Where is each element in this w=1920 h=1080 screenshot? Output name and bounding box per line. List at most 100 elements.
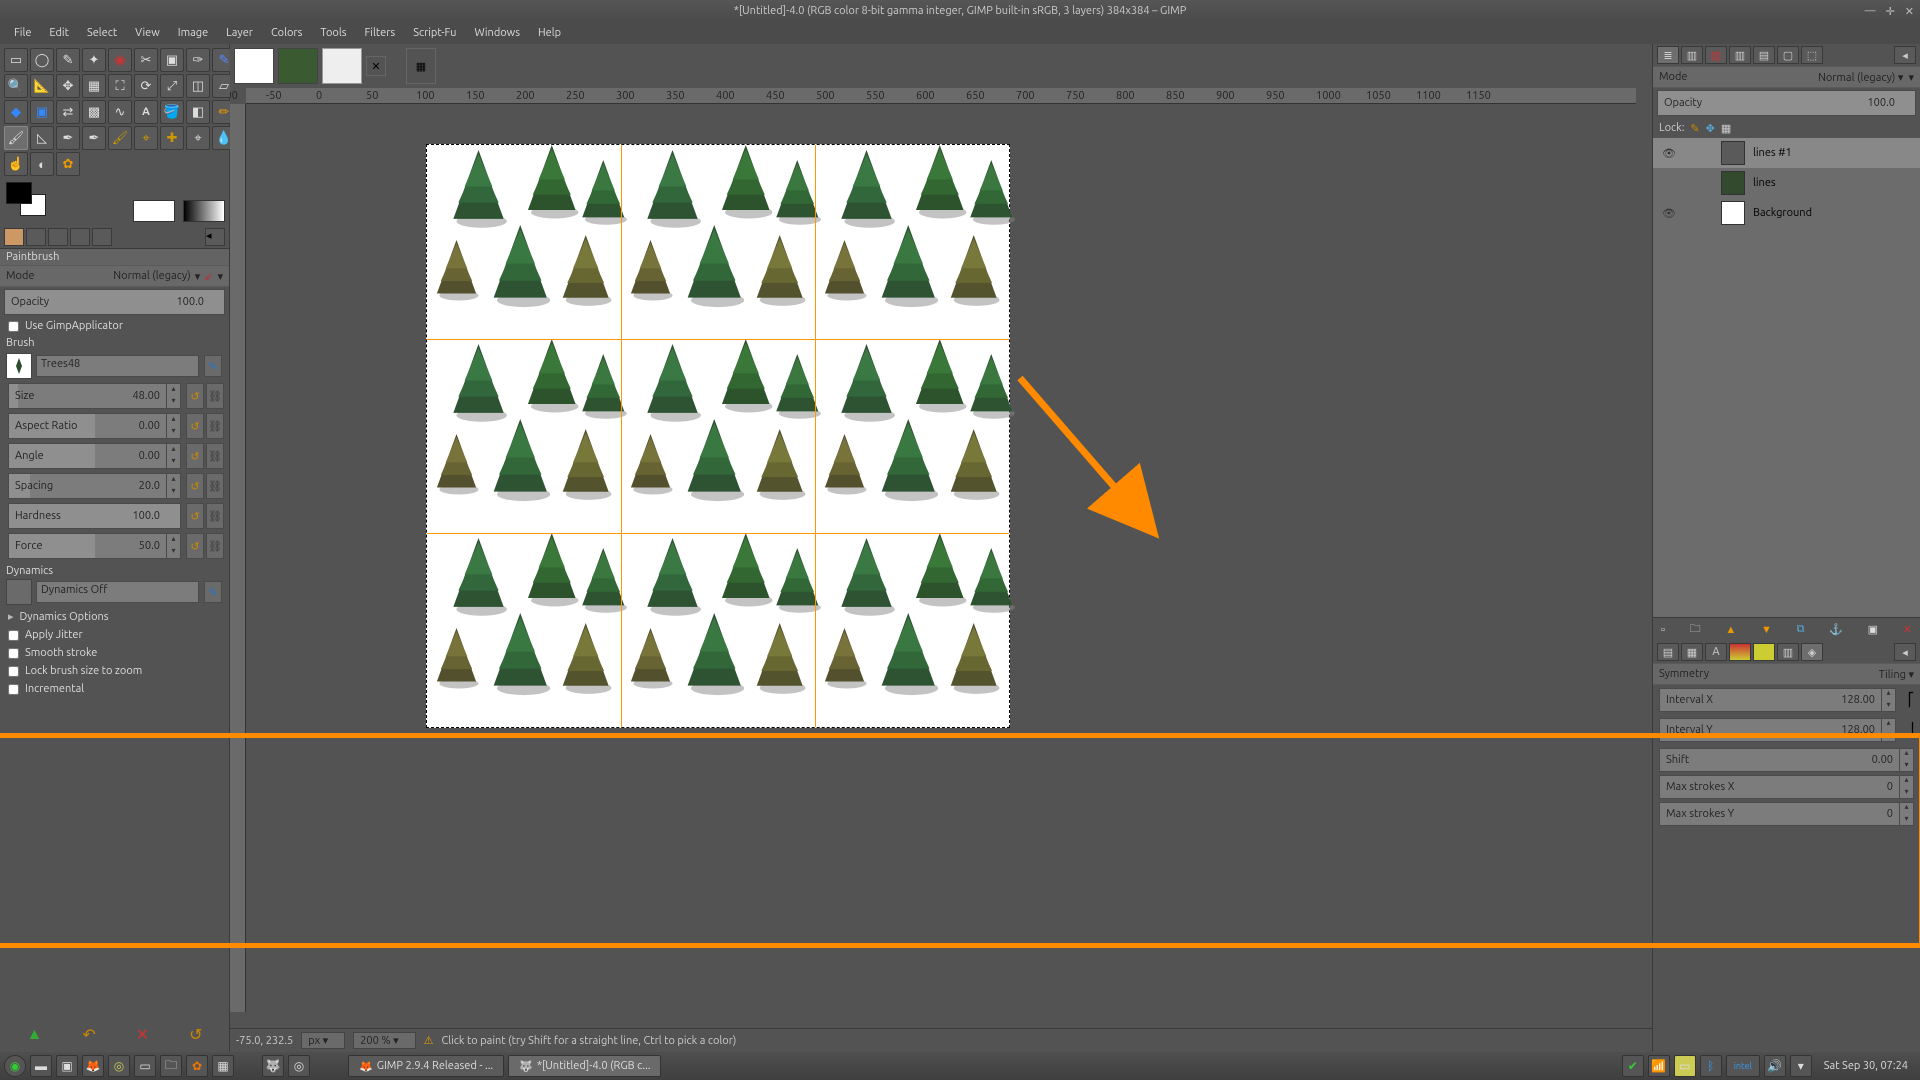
menu-file[interactable]: File	[6, 25, 39, 41]
tool-cage[interactable]: ▩	[82, 100, 106, 124]
taskbar-gimp2-icon[interactable]: ◎	[288, 1055, 310, 1077]
unit-select[interactable]: px ▾	[301, 1032, 345, 1049]
max-strokes-x-slider[interactable]: Max strokes X0▴▾	[1659, 775, 1914, 799]
spacing-reset-icon[interactable]: ↺	[186, 473, 204, 499]
tool-zoom[interactable]: 🔍	[4, 74, 28, 98]
tab-images-icon[interactable]	[48, 228, 68, 246]
tool-preset-save-icon[interactable]: ▲	[26, 1025, 42, 1044]
aspect-link-icon[interactable]: ⛓	[206, 413, 224, 439]
tool-dodge[interactable]: ◐	[30, 152, 54, 176]
tool-paintbrush[interactable]: 🖌	[4, 126, 28, 150]
tool-perspective-clone[interactable]: ⌖	[186, 126, 210, 150]
tab-fonts-icon[interactable]: A	[1705, 643, 1727, 661]
tool-shear[interactable]: ◫	[186, 74, 210, 98]
link-intervals-top-icon[interactable]: ⎡	[1902, 693, 1920, 708]
taskbar-window-icon[interactable]: ▭	[134, 1055, 156, 1077]
tool-rotate[interactable]: ⟳	[134, 74, 158, 98]
tray-display-icon[interactable]: ▭	[1674, 1055, 1696, 1077]
taskbar-terminal-icon[interactable]: ▣	[56, 1055, 78, 1077]
force-link-icon[interactable]: ⛓	[206, 533, 224, 559]
taskbar-desktop-icon[interactable]: ▬	[30, 1055, 52, 1077]
hardness-slider[interactable]: Hardness100.0▴▾	[8, 503, 181, 529]
tray-network-icon[interactable]: 📶	[1648, 1055, 1670, 1077]
close-icon[interactable]: ✕	[1905, 5, 1914, 18]
link-intervals-bottom-icon[interactable]: ⎦	[1902, 723, 1920, 738]
tab-tool-options-icon[interactable]	[4, 228, 24, 246]
tool-scissors[interactable]: ✂	[134, 48, 158, 72]
tool-move[interactable]: ✥	[56, 74, 80, 98]
layer-down-icon[interactable]: ▼	[1761, 624, 1772, 636]
tab-colormap-icon[interactable]: ▥	[1729, 46, 1751, 64]
tool-ellipse-select[interactable]: ◯	[30, 48, 54, 72]
taskbar-task-2[interactable]: 🐺*[Untitled]-4.0 (RGB c...	[508, 1055, 661, 1077]
tool-flip[interactable]: ⇄	[56, 100, 80, 124]
layer-delete-icon[interactable]: ✕	[1903, 623, 1912, 636]
lock-alpha-icon[interactable]: ▦	[1721, 122, 1731, 135]
layer-new-icon[interactable]: ▫	[1661, 624, 1665, 636]
layer-name[interactable]: Background	[1753, 207, 1812, 219]
layer-group-icon[interactable]: 🗀	[1690, 620, 1701, 639]
tool-by-color[interactable]: ◉	[108, 48, 132, 72]
tool-foreground[interactable]: ▣	[160, 48, 184, 72]
taskbar-task-1[interactable]: 🦊GIMP 2.9.4 Released - ...	[348, 1055, 504, 1077]
tab-menu-icon[interactable]: ◂	[1894, 46, 1916, 64]
tool-seamless[interactable]: ✿	[56, 152, 80, 176]
taskbar-files-icon[interactable]: 🗀	[160, 1055, 182, 1077]
layer-mask-icon[interactable]: ▣	[1868, 623, 1878, 636]
layer-row[interactable]: 👁Background	[1653, 198, 1920, 228]
ruler-horizontal[interactable]: -100-50050100150200250300350400450500550…	[246, 88, 1636, 104]
tab-undo-icon[interactable]	[70, 228, 90, 246]
angle-reset-icon[interactable]: ↺	[186, 443, 204, 469]
layer-anchor-icon[interactable]: ⚓	[1829, 623, 1843, 636]
ruler-vertical[interactable]	[230, 104, 246, 1012]
hardness-reset-icon[interactable]: ↺	[186, 503, 204, 529]
tab-symmetry-icon[interactable]: ◈	[1801, 643, 1823, 661]
tool-fuzzy-select[interactable]: ✦	[82, 48, 106, 72]
tool-measure[interactable]: 📐	[30, 74, 54, 98]
tab-menu-icon[interactable]: ◂	[1894, 643, 1916, 661]
tray-shield-icon[interactable]: ✔	[1622, 1055, 1644, 1077]
zoom-select[interactable]: 200 % ▾	[353, 1032, 415, 1049]
tab-channels-icon[interactable]: ▥	[1681, 46, 1703, 64]
tool-rect-select[interactable]: ▭	[4, 48, 28, 72]
taskbar-gimp-icon[interactable]: 🐺	[262, 1055, 284, 1077]
size-reset-icon[interactable]: ↺	[186, 383, 204, 409]
tray-volume-icon[interactable]: 🔊	[1764, 1055, 1786, 1077]
tool-paths[interactable]: ✑	[186, 48, 210, 72]
tool-align[interactable]: ▦	[82, 74, 106, 98]
spacing-link-icon[interactable]: ⛓	[206, 473, 224, 499]
expand-icon[interactable]: ▸	[8, 610, 14, 623]
image-thumb-2[interactable]	[278, 48, 318, 84]
tray-expand-icon[interactable]: ▾	[1790, 1055, 1812, 1077]
chevron-down-icon[interactable]: ▾	[195, 270, 201, 283]
menu-select[interactable]: Select	[79, 25, 125, 41]
force-slider[interactable]: Force50.0▴▾	[8, 533, 181, 559]
dynamics-value-field[interactable]: Dynamics Off	[36, 581, 199, 603]
shift-slider[interactable]: Shift0.00▴▾	[1659, 748, 1914, 772]
minimize-icon[interactable]: —	[1865, 5, 1876, 18]
tool-clone[interactable]: ⌖	[134, 126, 158, 150]
maximize-icon[interactable]: ✛	[1886, 5, 1895, 18]
tool-mypaint[interactable]: 🖌	[108, 126, 132, 150]
use-gimpapplicator-checkbox[interactable]	[8, 321, 19, 332]
interval-y-slider[interactable]: Interval Y128.00▴▾	[1659, 718, 1896, 742]
force-reset-icon[interactable]: ↺	[186, 533, 204, 559]
tool-preset-reset-icon[interactable]: ↺	[189, 1025, 202, 1044]
layer-duplicate-icon[interactable]: ⧉	[1797, 623, 1805, 636]
taskbar-browser-icon[interactable]: 🦊	[82, 1055, 104, 1077]
menu-filters[interactable]: Filters	[357, 25, 404, 41]
lock-pixels-icon[interactable]: ✎	[1690, 122, 1699, 135]
menu-help[interactable]: Help	[530, 25, 569, 41]
smooth-stroke-checkbox[interactable]	[8, 648, 19, 659]
menu-tools[interactable]: Tools	[312, 25, 354, 41]
taskbar-app1-icon[interactable]: ✿	[186, 1055, 208, 1077]
brush-thumbnail[interactable]	[6, 353, 32, 379]
size-link-icon[interactable]: ⛓	[206, 383, 224, 409]
tool-warp[interactable]: ∿	[108, 100, 132, 124]
mode-direction-icon[interactable]: ↙	[204, 270, 213, 283]
tab-menu-icon[interactable]: ◂	[205, 228, 225, 246]
lock-brush-size-checkbox[interactable]	[8, 666, 19, 677]
tool-crop[interactable]: ⛶	[108, 74, 132, 98]
layer-name[interactable]: lines #1	[1753, 147, 1792, 159]
grid-config-icon[interactable]: ▦	[406, 48, 436, 84]
